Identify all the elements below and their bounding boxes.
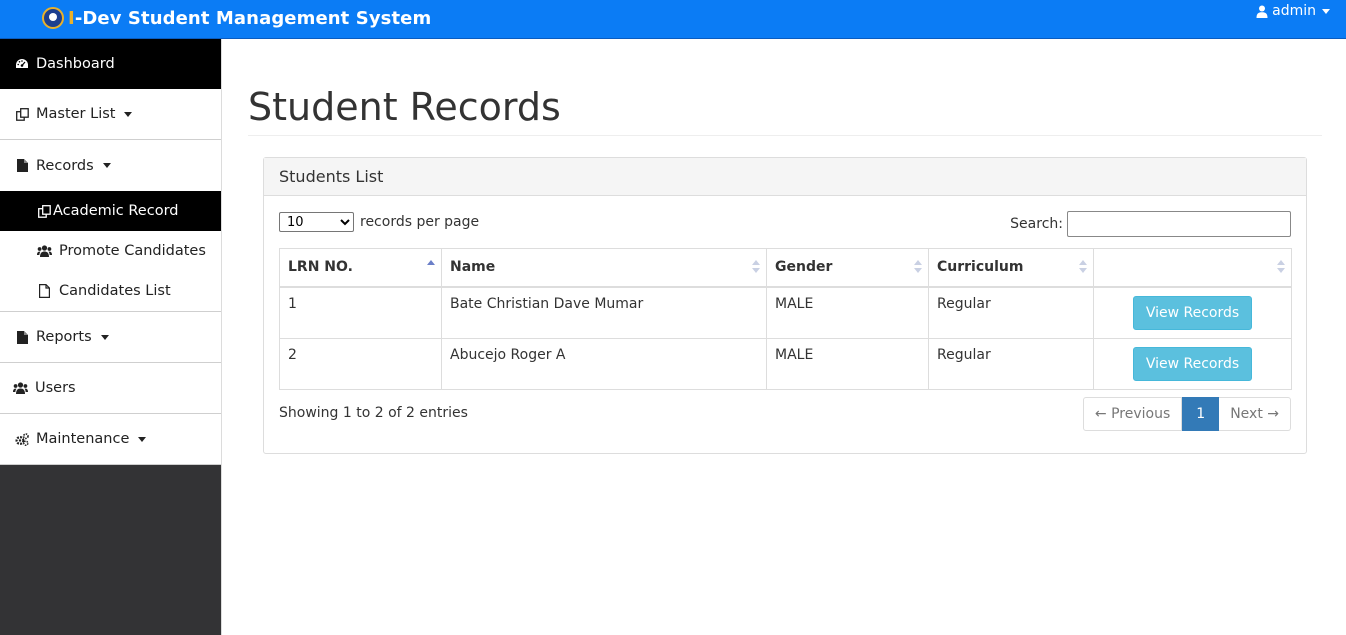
table-header-row: LRN NO. Name Gender Curriculum <box>279 248 1292 288</box>
pagination: ← Previous 1 Next → <box>1082 397 1291 431</box>
cell-action: View Records <box>1093 286 1292 339</box>
file-icon <box>15 159 29 173</box>
sidebar-item-users[interactable]: Users <box>0 363 221 414</box>
gears-icon <box>15 432 29 446</box>
panel-title: Students List <box>264 158 1306 196</box>
column-header-curriculum[interactable]: Curriculum <box>928 248 1094 288</box>
column-header-action[interactable] <box>1093 248 1292 288</box>
previous-page-button[interactable]: ← Previous <box>1082 397 1183 431</box>
page-title: Student Records <box>248 85 561 129</box>
cell-gender: MALE <box>766 337 929 390</box>
cell-name: Abucejo Roger A <box>441 337 767 390</box>
next-page-button[interactable]: Next → <box>1219 397 1291 431</box>
chevron-down-icon <box>1322 8 1330 14</box>
sidebar-item-maintenance[interactable]: Maintenance <box>0 414 221 465</box>
records-per-page: 10 records per page <box>279 212 479 232</box>
sidebar-item-label: Master List <box>36 106 116 122</box>
sidebar-subitem-academic-record[interactable]: Academic Record <box>0 191 221 231</box>
view-records-button[interactable]: View Records <box>1133 346 1252 381</box>
users-icon <box>13 381 28 395</box>
sidebar-subitem-label: Academic Record <box>53 203 179 219</box>
cell-gender: MALE <box>766 286 929 339</box>
file-outline-icon <box>37 284 52 298</box>
sidebar-item-label: Users <box>35 380 76 396</box>
sidebar-item-label: Maintenance <box>36 431 130 447</box>
sidebar-item-master-list[interactable]: Master List <box>0 89 221 140</box>
brand-title-rest: -Dev Student Management System <box>74 7 432 29</box>
sidebar-subitem-candidates-list[interactable]: Candidates List <box>0 271 221 311</box>
cell-action: View Records <box>1093 337 1292 390</box>
chevron-down-icon <box>100 334 109 340</box>
copy-icon <box>37 204 52 218</box>
sidebar-item-label: Records <box>36 157 94 174</box>
copy-icon <box>15 107 29 121</box>
sidebar-subitem-label: Candidates List <box>59 283 171 299</box>
sort-icon <box>752 260 760 274</box>
sidebar-item-dashboard[interactable]: Dashboard <box>0 39 221 89</box>
sort-icon <box>914 260 922 274</box>
sidebar-menu: Dashboard Master List Records Academic R <box>0 39 221 465</box>
sidebar-item-label: Dashboard <box>36 55 115 72</box>
divider <box>248 135 1322 136</box>
file-icon <box>15 330 29 344</box>
page-1-button[interactable]: 1 <box>1182 397 1220 431</box>
view-records-button[interactable]: View Records <box>1133 295 1252 330</box>
students-table: LRN NO. Name Gender Curriculum 1 Bate Ch… <box>279 248 1292 390</box>
search-control: Search: <box>1010 211 1291 237</box>
chevron-down-icon <box>124 111 133 117</box>
sidebar-item-reports[interactable]: Reports <box>0 312 221 363</box>
cell-lrn: 2 <box>279 337 442 390</box>
main-content: Student Records Students List 10 records… <box>222 39 1346 635</box>
brand[interactable]: I-Dev Student Management System <box>42 5 431 31</box>
students-panel: Students List 10 records per page Search… <box>263 157 1307 454</box>
dashboard-icon <box>15 57 29 71</box>
brand-title-prefix: I <box>68 7 75 29</box>
table-info: Showing 1 to 2 of 2 entries <box>279 405 468 421</box>
sort-asc-icon <box>427 260 435 274</box>
records-per-page-select[interactable]: 10 <box>279 212 354 232</box>
table-row: 2 Abucejo Roger A MALE Regular View Reco… <box>279 337 1292 390</box>
sidebar-subitem-promote-candidates[interactable]: Promote Candidates <box>0 231 221 271</box>
cell-name: Bate Christian Dave Mumar <box>441 286 767 339</box>
sort-icon <box>1079 260 1087 274</box>
column-header-name[interactable]: Name <box>441 248 767 288</box>
column-header-gender[interactable]: Gender <box>766 248 929 288</box>
users-icon <box>37 244 52 258</box>
cell-lrn: 1 <box>279 286 442 339</box>
user-icon <box>1256 5 1268 18</box>
sidebar-item-records[interactable]: Records <box>0 140 221 191</box>
sort-icon <box>1277 260 1285 274</box>
sidebar-subitem-label: Promote Candidates <box>59 243 206 259</box>
search-label: Search: <box>1010 216 1063 232</box>
column-header-lrn[interactable]: LRN NO. <box>279 248 442 288</box>
cell-curriculum: Regular <box>928 286 1094 339</box>
search-input[interactable] <box>1067 211 1291 237</box>
records-per-page-label: records per page <box>360 214 480 230</box>
user-name: admin <box>1272 3 1316 19</box>
school-logo-icon <box>42 7 64 29</box>
records-group: Records Academic Record Promote Candidat… <box>0 140 221 312</box>
top-navbar: I-Dev Student Management System admin <box>0 0 1346 39</box>
chevron-down-icon <box>102 163 111 168</box>
cell-curriculum: Regular <box>928 337 1094 390</box>
chevron-down-icon <box>138 436 147 442</box>
sidebar: Dashboard Master List Records Academic R <box>0 39 222 635</box>
brand-title: I-Dev Student Management System <box>68 8 431 29</box>
sidebar-item-label: Reports <box>36 329 92 345</box>
table-row: 1 Bate Christian Dave Mumar MALE Regular… <box>279 286 1292 339</box>
user-menu[interactable]: admin <box>1256 3 1330 19</box>
